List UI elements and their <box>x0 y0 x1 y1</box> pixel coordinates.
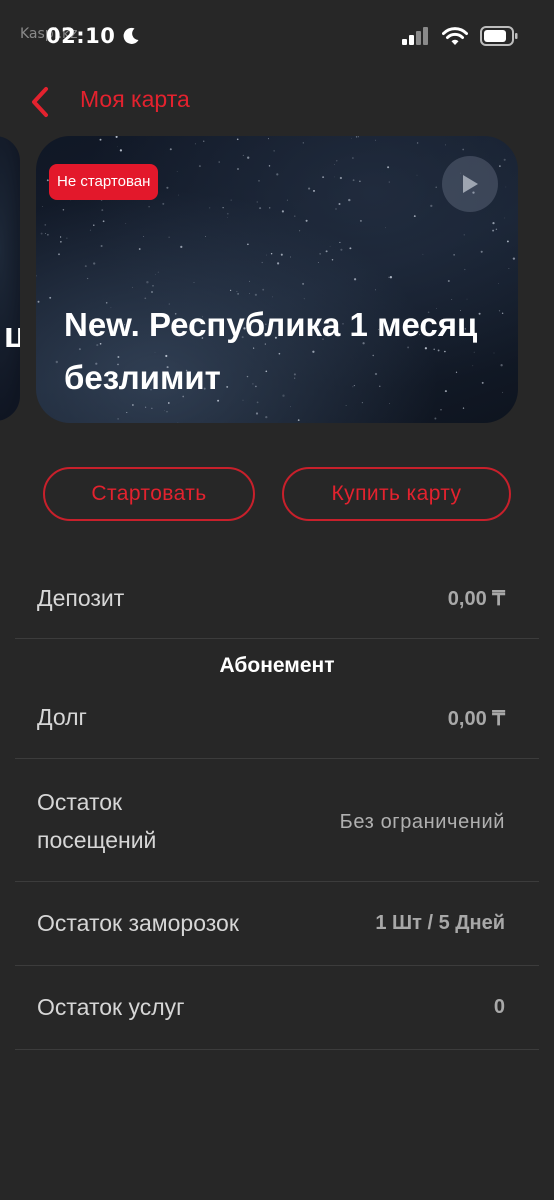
debt-value: 0,00 ₸ <box>447 708 505 730</box>
services-left-label: Остаток услуг <box>37 994 185 1020</box>
back-chevron-icon <box>32 87 48 117</box>
page-title: Моя карта <box>80 86 190 112</box>
battery-icon <box>480 26 518 46</box>
visits-left-row: Остаток посещений Без ограничений <box>15 759 539 882</box>
back-button[interactable] <box>22 82 58 122</box>
services-left-row: Остаток услуг 0 <box>15 966 539 1050</box>
play-button[interactable] <box>442 156 498 212</box>
previous-card[interactable]: ц <box>0 136 20 421</box>
subscription-section-title: Абонемент <box>219 654 335 677</box>
visits-left-value: Без ограничений <box>339 811 505 833</box>
previous-card-title-fragment: ц <box>3 314 20 355</box>
buy-card-button[interactable]: Купить карту <box>282 467 511 521</box>
status-time: 02:10 <box>46 24 116 48</box>
card-title: New. Республика 1 месяц безлимит <box>64 306 478 396</box>
moon-icon <box>123 27 139 44</box>
status-left: Kaspi.kz 02:10 <box>20 24 139 48</box>
debt-label: Долг <box>37 704 87 730</box>
freezes-left-row: Остаток заморозок 1 Шт / 5 Дней <box>15 882 539 966</box>
deposit-row: Депозит 0,00 ₸ <box>15 560 539 639</box>
deposit-value: 0,00 ₸ <box>447 588 505 610</box>
freezes-left-value: 1 Шт / 5 Дней <box>375 912 505 934</box>
signal-icon <box>402 27 428 45</box>
deposit-label: Депозит <box>37 585 125 611</box>
visits-left-label: Остаток посещений <box>37 789 157 853</box>
debt-row: Долг 0,00 ₸ <box>15 690 539 759</box>
status-right <box>402 26 518 46</box>
status-bar: Kaspi.kz 02:10 <box>0 0 554 76</box>
wifi-icon <box>442 26 468 45</box>
services-left-value: 0 <box>493 996 505 1018</box>
freezes-left-label: Остаток заморозок <box>37 910 239 936</box>
start-button[interactable]: Стартовать <box>43 467 255 521</box>
screen: Kaspi.kz 02:10 Моя карта ц Не стартован … <box>0 0 554 1200</box>
status-badge: Не стартован <box>49 164 159 200</box>
header: Моя карта <box>0 76 554 128</box>
membership-card[interactable]: Не стартован New. Республика 1 месяц без… <box>36 136 518 423</box>
play-icon <box>463 175 478 193</box>
